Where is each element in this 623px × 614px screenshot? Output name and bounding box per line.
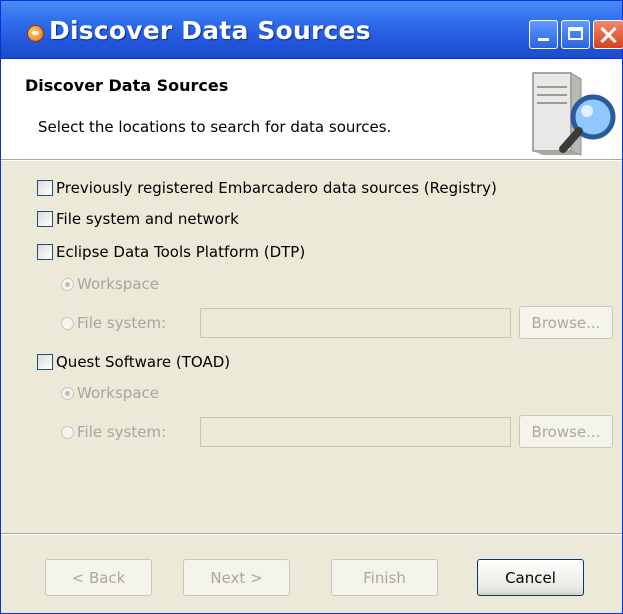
maximize-icon (568, 27, 583, 40)
button-bar-divider-highlight (1, 534, 622, 535)
dtp-filesystem-radio[interactable] (61, 316, 74, 330)
dtp-checkbox[interactable] (37, 244, 53, 260)
toad-option[interactable]: Quest Software (TOAD) (37, 351, 230, 373)
window-title: Discover Data Sources (49, 16, 371, 45)
wizard-page-description: Select the locations to search for data … (38, 118, 392, 136)
registry-label: Previously registered Embarcadero data s… (56, 179, 497, 197)
toad-label: Quest Software (TOAD) (56, 353, 231, 371)
dtp-path-field[interactable] (200, 308, 511, 338)
cancel-button[interactable]: Cancel (477, 559, 584, 596)
dtp-browse-button[interactable]: Browse... (519, 306, 613, 339)
discover-data-sources-dialog: Discover Data Sources Discover Data Sour… (0, 0, 623, 614)
wizard-header: Discover Data Sources Select the locatio… (1, 59, 622, 160)
back-button[interactable]: < Back (45, 559, 152, 596)
maximize-button[interactable] (561, 20, 590, 49)
toad-workspace-radio[interactable] (61, 386, 74, 400)
toad-filesystem-option[interactable]: File system: (61, 421, 166, 443)
wizard-page-title: Discover Data Sources (25, 76, 229, 95)
dtp-workspace-radio[interactable] (61, 277, 74, 291)
close-button[interactable] (593, 20, 623, 49)
filesystem-network-label: File system and network (56, 210, 239, 228)
filesystem-network-option[interactable]: File system and network (37, 208, 239, 230)
registry-checkbox[interactable] (37, 180, 53, 196)
minimize-icon (538, 38, 549, 41)
toad-checkbox[interactable] (37, 354, 53, 370)
finish-button[interactable]: Finish (331, 559, 438, 596)
title-bar[interactable]: Discover Data Sources (1, 1, 623, 59)
app-icon[interactable] (27, 25, 44, 42)
toad-browse-button[interactable]: Browse... (519, 415, 613, 448)
toad-workspace-label: Workspace (77, 384, 159, 402)
dtp-label: Eclipse Data Tools Platform (DTP) (56, 243, 306, 261)
dtp-workspace-option[interactable]: Workspace (61, 273, 159, 295)
header-divider (1, 160, 622, 161)
toad-workspace-option[interactable]: Workspace (61, 382, 159, 404)
toad-filesystem-label: File system: (77, 423, 167, 441)
filesystem-network-checkbox[interactable] (37, 211, 53, 227)
dtp-filesystem-label: File system: (77, 314, 167, 332)
server-magnifier-icon (532, 72, 616, 156)
toad-filesystem-radio[interactable] (61, 425, 74, 439)
next-button[interactable]: Next > (183, 559, 290, 596)
registry-option[interactable]: Previously registered Embarcadero data s… (37, 177, 497, 199)
minimize-button[interactable] (529, 20, 558, 49)
toad-path-field[interactable] (200, 417, 511, 447)
dtp-option[interactable]: Eclipse Data Tools Platform (DTP) (37, 241, 305, 263)
dtp-workspace-label: Workspace (77, 275, 159, 293)
dtp-filesystem-option[interactable]: File system: (61, 312, 166, 334)
